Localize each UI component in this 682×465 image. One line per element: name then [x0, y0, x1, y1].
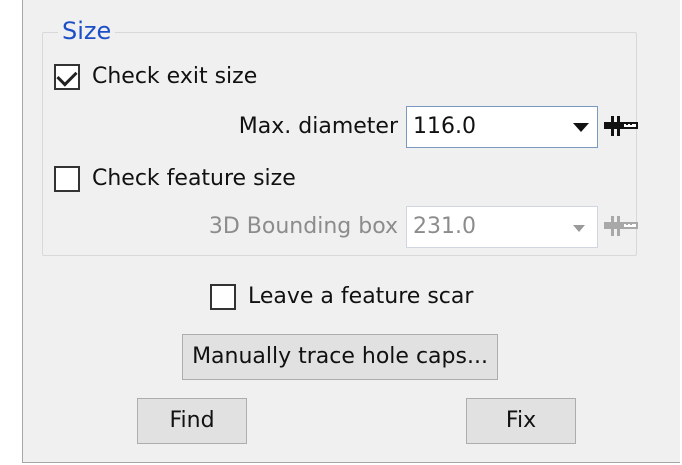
max-diameter-input[interactable]: 116.0	[413, 112, 476, 142]
bounding-box-ruler-icon	[604, 216, 638, 236]
find-button[interactable]: Find	[137, 398, 247, 444]
bounding-box-label: 3D Bounding box	[208, 214, 398, 239]
max-diameter-ruler-icon[interactable]	[604, 114, 638, 138]
check-feature-size-row[interactable]: Check feature size	[54, 164, 296, 194]
check-exit-size-checkbox[interactable]	[54, 64, 80, 90]
check-exit-size-label: Check exit size	[92, 64, 258, 89]
size-group-title: Size	[58, 14, 116, 48]
fix-button[interactable]: Fix	[466, 398, 576, 444]
manually-trace-hole-caps-button[interactable]: Manually trace hole caps...	[182, 334, 498, 380]
max-diameter-dropdown-icon[interactable]	[573, 123, 589, 132]
max-diameter-label: Max. diameter	[238, 114, 398, 139]
bounding-box-dropdown-icon[interactable]	[573, 225, 585, 232]
check-feature-size-label: Check feature size	[92, 166, 296, 191]
leave-feature-scar-label: Leave a feature scar	[248, 284, 474, 309]
max-diameter-combo[interactable]: 116.0	[406, 106, 598, 148]
leave-feature-scar-row[interactable]: Leave a feature scar	[210, 282, 473, 312]
bounding-box-combo[interactable]: 231.0	[406, 206, 598, 248]
leave-feature-scar-checkbox[interactable]	[210, 284, 236, 310]
check-feature-size-checkbox[interactable]	[54, 166, 80, 192]
bounding-box-input[interactable]: 231.0	[413, 212, 476, 242]
check-exit-size-row[interactable]: Check exit size	[54, 62, 257, 92]
